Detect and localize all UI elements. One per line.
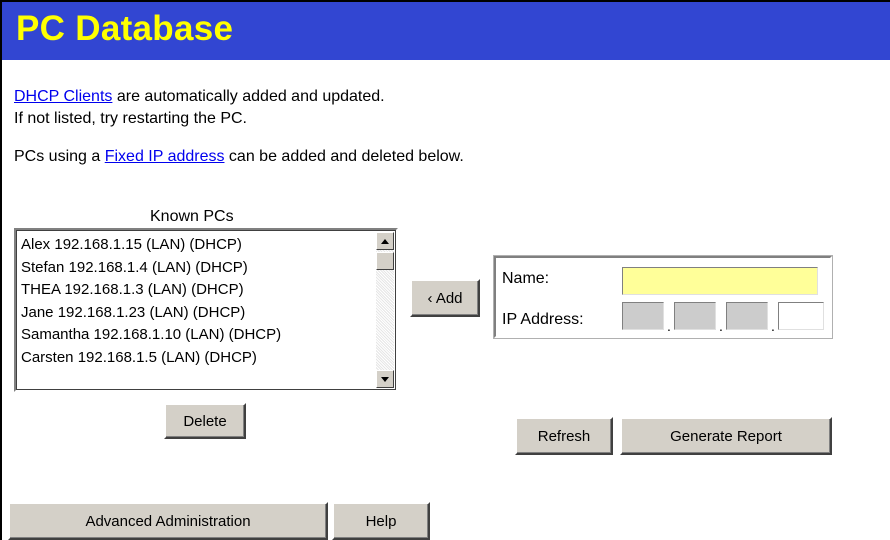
ip-octet-2-input[interactable] (674, 302, 716, 330)
name-input[interactable] (622, 267, 818, 295)
page-title: PC Database (16, 9, 234, 48)
name-label: Name: (502, 270, 550, 287)
ip-dot-separator: . (667, 318, 671, 334)
scroll-down-button[interactable] (376, 370, 394, 388)
triangle-down-icon (381, 376, 389, 382)
ip-octet-1-input[interactable] (622, 302, 664, 330)
fixed-prefix: PCs using a (14, 148, 105, 165)
dhcp-clients-link[interactable]: DHCP Clients (14, 88, 112, 105)
list-item[interactable]: Samantha 192.168.1.10 (LAN) (DHCP) (21, 324, 371, 347)
ip-dot-separator: . (719, 318, 723, 334)
refresh-button[interactable]: Refresh (515, 417, 613, 455)
list-item[interactable]: Carsten 192.168.1.5 (LAN) (DHCP) (21, 347, 371, 370)
list-item[interactable]: Jane 192.168.1.23 (LAN) (DHCP) (21, 302, 371, 325)
fixed-suffix: can be added and deleted below. (224, 148, 464, 165)
scroll-up-button[interactable] (376, 232, 394, 250)
advanced-administration-button[interactable]: Advanced Administration (8, 502, 328, 540)
known-pcs-list: Alex 192.168.1.15 (LAN) (DHCP) Stefan 19… (21, 234, 371, 369)
ip-octet-4-input[interactable] (778, 302, 824, 330)
intro-restart-line: If not listed, try restarting the PC. (14, 110, 247, 127)
dhcp-text: are automatically added and updated. (112, 88, 385, 105)
ip-octet-3-input[interactable] (726, 302, 768, 330)
known-pcs-listbox[interactable]: Alex 192.168.1.15 (LAN) (DHCP) Stefan 19… (14, 228, 398, 392)
list-item[interactable]: Stefan 192.168.1.4 (LAN) (DHCP) (21, 257, 371, 280)
ip-address-label: IP Address: (502, 311, 584, 328)
add-button[interactable]: ‹ Add (410, 279, 480, 317)
fixed-ip-link[interactable]: Fixed IP address (105, 148, 225, 165)
page-header: PC Database (2, 2, 890, 60)
intro-fixed-line: PCs using a Fixed IP address can be adde… (14, 148, 464, 166)
help-button[interactable]: Help (332, 502, 430, 540)
listbox-scrollbar[interactable] (376, 232, 394, 388)
ip-dot-separator: . (771, 318, 775, 334)
delete-button[interactable]: Delete (164, 403, 246, 439)
scroll-thumb[interactable] (376, 252, 394, 270)
intro-dhcp-line: DHCP Clients are automatically added and… (14, 88, 385, 106)
triangle-up-icon (381, 238, 389, 244)
list-item[interactable]: Alex 192.168.1.15 (LAN) (DHCP) (21, 234, 371, 257)
known-pcs-label: Known PCs (150, 208, 234, 225)
generate-report-button[interactable]: Generate Report (620, 417, 832, 455)
list-item[interactable]: THEA 192.168.1.3 (LAN) (DHCP) (21, 279, 371, 302)
